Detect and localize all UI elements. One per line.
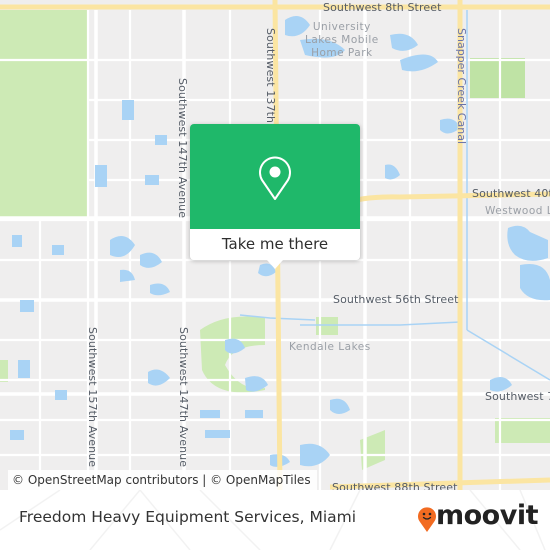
place-label-university-lakes: University Lakes Mobile Home Park: [305, 21, 379, 60]
street-label-sw-72nd: Southwest 72: [485, 390, 550, 403]
place-label-westwood: Westwood L: [485, 205, 550, 217]
place-label-line: University: [312, 21, 371, 33]
popup-pointer: [267, 260, 283, 269]
park-area: [495, 418, 550, 443]
street-label-sw-8th: Southwest 8th Street: [323, 1, 442, 14]
park-area: [470, 58, 525, 98]
park-area: [0, 10, 88, 218]
waterway-label-snapper-creek: Snapper Creek Canal: [455, 28, 468, 144]
popup-header: [190, 124, 360, 229]
street-label-sw-40th: Southwest 40th: [472, 187, 550, 200]
map-attribution[interactable]: © OpenStreetMap contributors | © OpenMap…: [8, 470, 317, 490]
place-label-line: Lakes Mobile: [305, 34, 379, 46]
take-me-there-button[interactable]: Take me there: [190, 229, 360, 260]
place-label-kendale-lakes: Kendale Lakes: [289, 341, 371, 353]
park-area: [0, 360, 8, 382]
destination-popup: Take me there: [190, 124, 360, 269]
location-title: Freedom Heavy Equipment Services, Miami: [19, 508, 357, 526]
moovit-wordmark: moovit: [436, 500, 539, 531]
moovit-face-icon: [417, 505, 437, 537]
street-label-sw-147th-north: Southwest 147th Avenue: [176, 78, 189, 219]
map[interactable]: Southwest 8th Street Southwest 137th Ave…: [0, 0, 550, 490]
street-label-sw-147th-south: Southwest 147th Avenue: [177, 327, 190, 468]
street-label-sw-88th: Southwest 88th Street: [332, 481, 458, 490]
street-label-sw-157th: Southwest 157th Avenue: [86, 327, 99, 468]
street-label-sw-56th: Southwest 56th Street: [333, 293, 459, 306]
place-label-line: Home Park: [311, 47, 373, 59]
